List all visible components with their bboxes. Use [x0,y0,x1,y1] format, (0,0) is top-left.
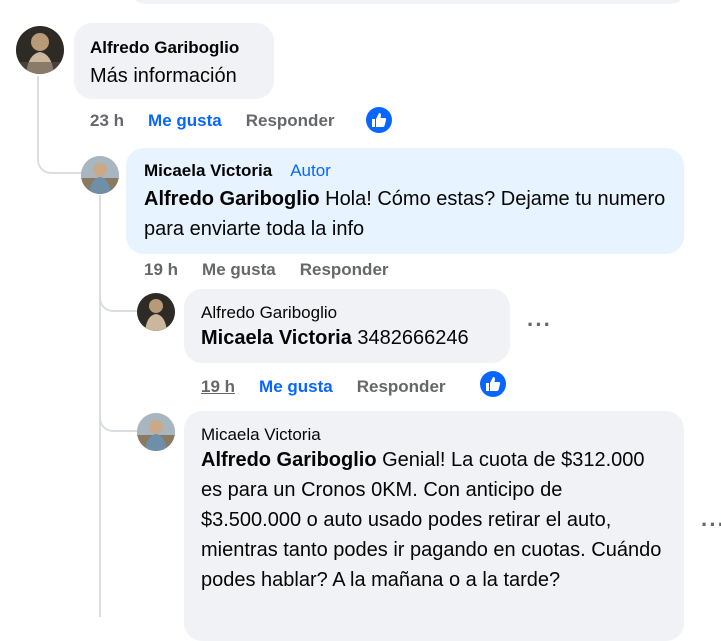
comment-author[interactable]: Micaela Victoria [201,424,667,446]
comment-bubble: Alfredo Gariboglio Más información [74,23,274,99]
comment-text: Micaela Victoria 3482666246 [201,323,493,353]
comment-author[interactable]: Micaela Victoria [144,160,272,182]
comment-text: Más información [90,65,237,87]
comment-time[interactable]: 19 h [201,377,235,397]
thread-connector-1 [37,130,81,174]
author-badge: Autor [290,161,331,180]
like-button[interactable]: Me gusta [148,111,222,131]
like-button[interactable]: Me gusta [259,377,333,397]
comment-bubble: Alfredo Gariboglio Micaela Victoria 3482… [184,289,510,363]
comment-text: Alfredo Gariboglio Hola! Cómo estas? Dej… [144,184,666,244]
comment-text-content: 3482666246 [351,327,469,349]
thread-connector-3 [99,400,137,432]
comment-actions: 19 h Me gusta Responder [201,376,446,398]
thumbs-up-icon[interactable] [480,371,506,397]
comment-bubble: Micaela Victoria Alfredo Gariboglio Geni… [184,411,684,641]
comment-actions: 23 h Me gusta Responder [90,110,335,132]
comment-actions: 19 h Me gusta Responder [144,259,389,281]
thumbs-up-icon[interactable] [366,107,392,133]
comment-author[interactable]: Alfredo Gariboglio [201,302,493,324]
avatar[interactable] [81,156,119,194]
mention-link[interactable]: Alfredo Gariboglio [144,188,320,210]
comment-time[interactable]: 23 h [90,111,124,131]
previous-comment-bubble [128,0,688,4]
avatar[interactable] [137,293,175,331]
avatar[interactable] [137,413,175,451]
reply-button[interactable]: Responder [246,111,335,131]
thread-connector-2 [99,280,137,312]
comment-bubble: Micaela Victoria Autor Alfredo Garibogli… [126,148,684,254]
more-options-icon[interactable]: ··· [527,312,552,338]
avatar[interactable] [16,26,64,74]
mention-link[interactable]: Micaela Victoria [201,327,352,349]
reply-button[interactable]: Responder [300,260,389,280]
comment-time[interactable]: 19 h [144,260,178,280]
more-options-icon[interactable]: ··· [701,512,721,538]
comment-text: Alfredo Gariboglio Genial! La cuota de $… [201,445,667,595]
reply-button[interactable]: Responder [357,377,446,397]
like-button[interactable]: Me gusta [202,260,276,280]
comment-author[interactable]: Alfredo Gariboglio [90,37,258,59]
mention-link[interactable]: Alfredo Gariboglio [201,449,377,471]
